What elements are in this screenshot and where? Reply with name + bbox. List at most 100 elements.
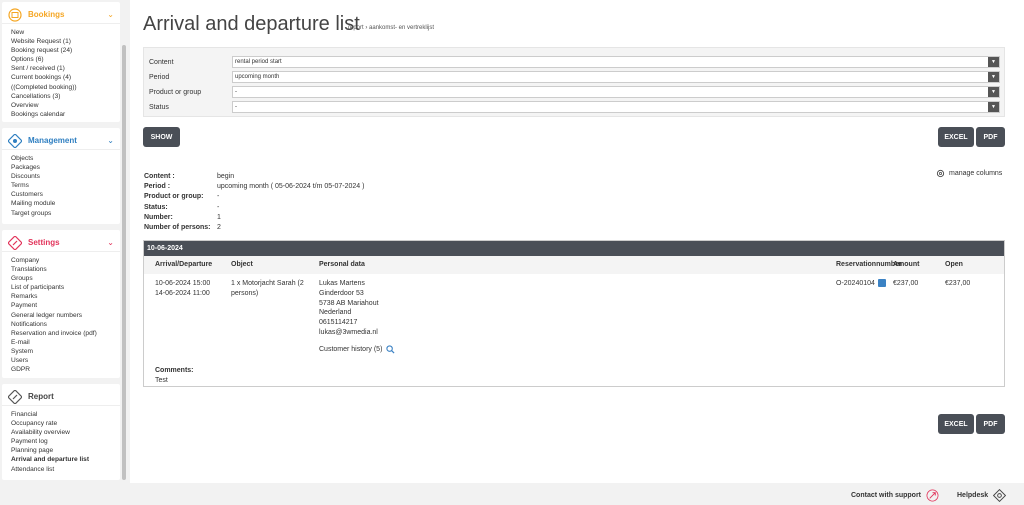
sidebar-item-bookings[interactable]: New [11, 28, 120, 37]
summary-row: Number of persons: 2 [144, 223, 364, 233]
excel-button[interactable]: EXCEL [938, 127, 974, 147]
sidebar-item-management[interactable]: Packages [11, 163, 120, 172]
summary-label: Product or group: [144, 193, 204, 201]
footer: Contact with support Helpdesk [0, 483, 1024, 505]
sidebar-item-bookings[interactable]: Options (6) [11, 55, 120, 64]
sidebar-item-settings[interactable]: List of participants [11, 283, 120, 292]
sidebar-item-report[interactable]: Payment log [11, 437, 120, 446]
status-select[interactable]: - ▼ [232, 101, 1000, 113]
col-object[interactable]: Object [231, 261, 253, 268]
sidebar-item-report[interactable]: Attendance list [11, 465, 120, 474]
filter-row-content: Content rental period start ▼ [149, 56, 1000, 68]
sidebar-item-report[interactable]: Financial [11, 410, 120, 419]
sidebar-item-management[interactable]: Terms [11, 181, 120, 190]
sidebar-item-report[interactable]: Occupancy rate [11, 419, 120, 428]
sidebar-item-bookings[interactable]: Cancellations (3) [11, 92, 120, 101]
sidebar-scrollbar-thumb[interactable] [122, 45, 126, 480]
sidebar-item-settings[interactable]: GDPR [11, 365, 120, 374]
dropdown-arrow-icon[interactable]: ▼ [988, 87, 999, 97]
sidebar-item-settings[interactable]: Reservation and invoice (pdf) [11, 329, 120, 338]
sidebar-scrollbar[interactable] [121, 0, 127, 483]
dropdown-arrow-icon[interactable]: ▼ [988, 57, 999, 67]
dropdown-arrow-icon[interactable]: ▼ [988, 102, 999, 112]
sidebar-item-management[interactable]: Customers [11, 190, 120, 199]
customer-history-link[interactable]: Customer history (5) [319, 345, 395, 355]
sidebar-item-settings[interactable]: Payment [11, 301, 120, 310]
sidebar-item-bookings[interactable]: Bookings calendar [11, 110, 120, 119]
sidebar-item-bookings[interactable]: Booking request (24) [11, 46, 120, 55]
arrival-cell: 10-06-2024 15:00 14-06-2024 11:00 [155, 279, 210, 299]
sidebar-item-settings[interactable]: Company [11, 256, 120, 265]
summary-row: Period : upcoming month ( 05-06-2024 t/m … [144, 182, 364, 192]
sidebar-item-settings[interactable]: General ledger numbers [11, 311, 120, 320]
period-select[interactable]: upcoming month ▼ [232, 71, 1000, 83]
sidebar-item-report[interactable]: Availability overview [11, 428, 120, 437]
summary-value: upcoming month ( 05-06-2024 t/m 05-07-20… [217, 183, 365, 191]
sidebar-item-settings[interactable]: Translations [11, 265, 120, 274]
sidebar-item-bookings[interactable]: Sent / received (1) [11, 64, 120, 73]
sidebar-item-management[interactable]: Mailing module [11, 199, 120, 208]
pdf-button[interactable]: PDF [976, 127, 1005, 147]
sidebar-item-settings[interactable]: Notifications [11, 320, 120, 329]
arrival-datetime: 10-06-2024 15:00 [155, 280, 211, 287]
summary-value: - [217, 203, 220, 211]
sidebar-item-settings[interactable]: Groups [11, 274, 120, 283]
sidebar-item-report[interactable]: Arrival and departure list [11, 455, 120, 464]
sidebar-item-report[interactable]: Planning page [11, 446, 120, 455]
sidebar-item-settings[interactable]: E-mail [11, 338, 120, 347]
sidebar-section-management: Management ⌄ Objects Packages Discounts Ter… [2, 128, 120, 224]
summary-label: Number: [144, 213, 173, 221]
search-icon[interactable] [386, 345, 395, 354]
rocket-icon [926, 489, 939, 502]
contact-support-label: Contact with support [851, 492, 921, 499]
customer-phone: 0615114217 [319, 319, 358, 327]
col-reservation[interactable]: Reservationnumber [836, 261, 902, 268]
show-button[interactable]: SHOW [143, 127, 180, 147]
sidebar-title-bookings: Bookings [28, 10, 65, 19]
sidebar-header-settings[interactable]: Settings ⌄ [2, 234, 120, 252]
sidebar-item-management[interactable]: Target groups [11, 209, 120, 218]
sidebar-header-report[interactable]: Report [2, 388, 120, 406]
filter-row-status: Status - ▼ [149, 101, 1000, 113]
summary-label: Number of persons: [144, 224, 211, 232]
contact-support-link[interactable]: Contact with support [851, 489, 939, 502]
col-amount[interactable]: Amount [893, 261, 919, 268]
sidebar-item-management[interactable]: Discounts [11, 172, 120, 181]
col-personal[interactable]: Personal data [319, 261, 365, 268]
edit-icon[interactable] [877, 279, 886, 288]
table-header: Arrival/Departure Object Personal data R… [144, 256, 1004, 274]
helpdesk-link[interactable]: Helpdesk [957, 489, 1007, 502]
arrivals-table: 10-06-2024 Arrival/Departure Object Pers… [143, 240, 1005, 387]
col-arrival[interactable]: Arrival/Departure [155, 261, 212, 268]
pdf-button-bottom[interactable]: PDF [976, 414, 1005, 434]
customer-country: Nederland [319, 309, 352, 317]
reservation-cell: O-20240104 [836, 279, 886, 289]
open-cell: €237,00 [945, 280, 971, 287]
product-select[interactable]: - ▼ [232, 86, 1000, 98]
chevron-down-icon[interactable]: ⌄ [107, 136, 114, 145]
object-cell: 1 x Motorjacht Sarah (2 persons) [231, 279, 304, 299]
sidebar-header-bookings[interactable]: Bookings ⌄ [2, 6, 120, 24]
sidebar-header-management[interactable]: Management ⌄ [2, 132, 120, 150]
sidebar-item-settings[interactable]: System [11, 347, 120, 356]
settings-icon [8, 235, 22, 250]
chevron-down-icon[interactable]: ⌄ [107, 10, 114, 19]
sidebar-item-bookings[interactable]: Website Request (1) [11, 37, 120, 46]
excel-button-bottom[interactable]: EXCEL [938, 414, 974, 434]
sidebar-item-bookings[interactable]: Overview [11, 101, 120, 110]
col-open[interactable]: Open [945, 261, 963, 268]
sidebar-item-settings[interactable]: Remarks [11, 292, 120, 301]
dropdown-arrow-icon[interactable]: ▼ [988, 72, 999, 82]
customer-email[interactable]: lukas@3wmedia.nl [319, 328, 395, 338]
gear-icon [936, 169, 945, 178]
content-select[interactable]: rental period start ▼ [232, 56, 1000, 68]
sidebar-item-bookings[interactable]: ((Completed booking)) [11, 83, 120, 92]
sidebar-item-bookings[interactable]: Current bookings (4) [11, 73, 120, 82]
filter-label: Period [149, 73, 170, 81]
select-value: - [235, 104, 237, 110]
sidebar-item-management[interactable]: Objects [11, 154, 120, 163]
sidebar-item-settings[interactable]: Users [11, 356, 120, 365]
chevron-down-icon[interactable]: ⌄ [107, 238, 114, 247]
summary-label: Status: [144, 203, 168, 211]
manage-columns-link[interactable]: manage columns [936, 169, 1002, 178]
